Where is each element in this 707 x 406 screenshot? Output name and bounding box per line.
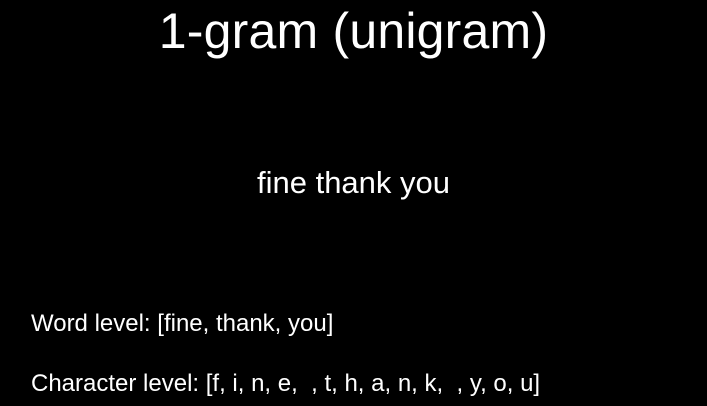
example-phrase: fine thank you xyxy=(256,165,451,200)
word-level-tokens: Word level: [fine, thank, you] xyxy=(31,310,334,337)
slide-title: 1-gram (unigram) xyxy=(158,3,549,59)
slide-canvas: 1-gram (unigram) fine thank you Word lev… xyxy=(0,0,707,406)
character-level-tokens: Character level: [f, i, n, e, , t, h, a,… xyxy=(31,370,541,397)
